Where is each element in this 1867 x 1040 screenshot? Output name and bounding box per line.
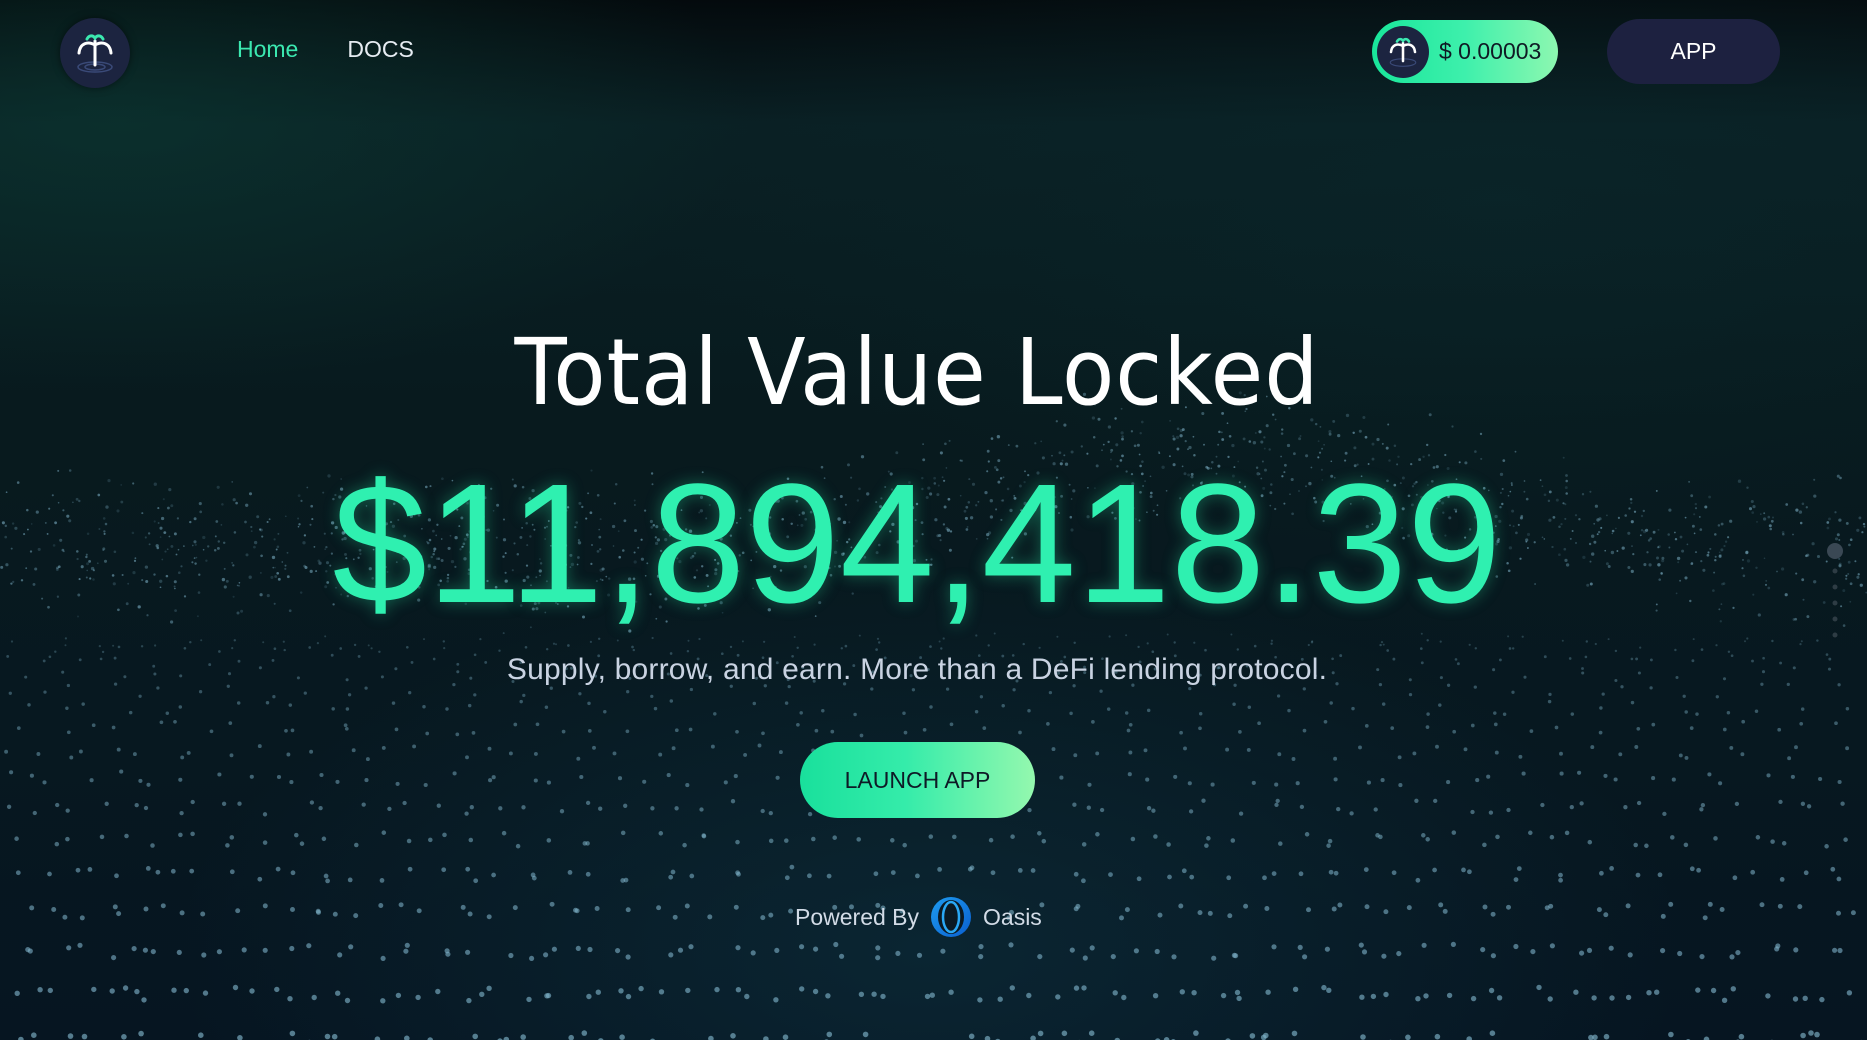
landing-page: Home DOCS $ 0.00003 APP Total Value Lock… — [0, 0, 1867, 1040]
token-price-value: $ 0.00003 — [1439, 38, 1542, 64]
powered-by-label: Powered By — [795, 903, 920, 930]
top-navigation-bar: Home DOCS $ 0.00003 APP — [0, 0, 1867, 104]
fountain-icon — [1389, 37, 1417, 67]
nav-docs-link[interactable]: DOCS — [347, 36, 413, 63]
token-avatar — [1377, 25, 1429, 78]
oasis-icon[interactable] — [929, 895, 973, 939]
fountain-icon — [77, 34, 113, 73]
tvl-heading: Total Value Locked — [514, 319, 1320, 426]
scroll-indicator[interactable] — [1827, 543, 1843, 663]
tvl-amount: $11,894,418.39 — [332, 449, 1502, 639]
launch-app-button[interactable]: LAUNCH APP — [800, 742, 1035, 818]
hero-subtitle: Supply, borrow, and earn. More than a De… — [506, 653, 1328, 686]
site-logo[interactable] — [60, 18, 130, 88]
app-button[interactable]: APP — [1607, 19, 1780, 84]
powered-by: Powered By Oasis — [795, 895, 1042, 939]
token-price-badge[interactable]: $ 0.00003 — [1372, 20, 1558, 83]
nav-home-link[interactable]: Home — [237, 36, 298, 63]
main-nav: Home DOCS — [237, 36, 414, 63]
partner-name: Oasis — [983, 903, 1042, 930]
